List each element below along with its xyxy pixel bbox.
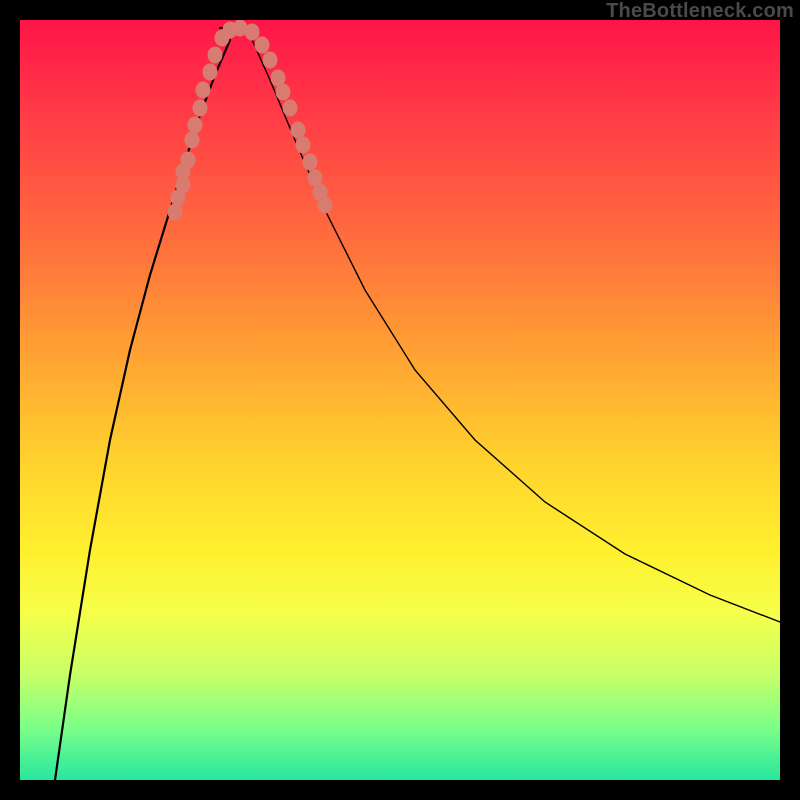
scatter-dot <box>291 122 305 138</box>
scatter-dot <box>181 152 195 168</box>
scatter-dot <box>203 64 217 80</box>
chart-frame <box>20 20 780 780</box>
scatter-dot <box>245 24 259 40</box>
scatter-dot <box>276 84 290 100</box>
chart-svg <box>20 20 780 780</box>
scatter-dot <box>318 197 332 213</box>
scatter-dot <box>303 154 317 170</box>
chart-curve <box>55 28 780 780</box>
scatter-dot <box>283 100 297 116</box>
scatter-dot <box>193 100 207 116</box>
scatter-dot <box>168 204 182 220</box>
scatter-dot <box>263 52 277 68</box>
scatter-dot <box>255 37 269 53</box>
scatter-dot <box>296 137 310 153</box>
scatter-dot <box>208 47 222 63</box>
scatter-dot <box>188 117 202 133</box>
scatter-points <box>168 20 332 220</box>
curve-right-arm <box>250 35 780 622</box>
watermark-text: TheBottleneck.com <box>606 0 794 23</box>
curve-left-arm <box>55 40 230 780</box>
scatter-dot <box>196 82 210 98</box>
scatter-dot <box>185 132 199 148</box>
